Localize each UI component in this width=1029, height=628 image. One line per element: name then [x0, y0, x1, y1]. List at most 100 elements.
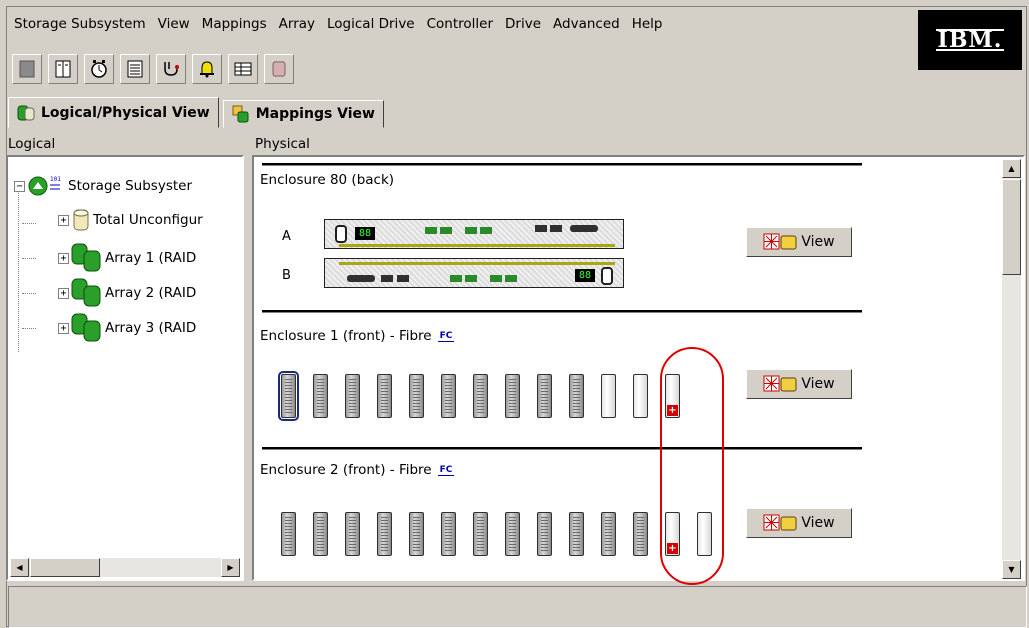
- stethoscope-icon[interactable]: [156, 54, 186, 84]
- drive-port: [397, 275, 409, 282]
- unassigned-drive[interactable]: [697, 512, 712, 556]
- controller-a[interactable]: 88: [324, 219, 624, 249]
- drive[interactable]: [505, 374, 520, 418]
- scroll-right-button[interactable]: ▶: [221, 558, 240, 577]
- unassigned-drive[interactable]: [633, 374, 648, 418]
- enclosure-80-view-button[interactable]: View: [746, 227, 852, 257]
- controller-rail: [339, 244, 519, 247]
- scroll-left-button[interactable]: ◀: [10, 558, 29, 577]
- bell-alert-icon[interactable]: [192, 54, 222, 84]
- drive[interactable]: [377, 374, 392, 418]
- enclosure-2-view-button[interactable]: View: [746, 508, 852, 538]
- hot-spare-drive[interactable]: +: [665, 374, 680, 418]
- tree-node-array-1[interactable]: + Array 1 (RAID: [58, 243, 196, 273]
- menu-mappings[interactable]: Mappings: [196, 16, 273, 32]
- component-view-icon: [763, 232, 797, 252]
- menu-help[interactable]: Help: [626, 16, 669, 32]
- menu-view[interactable]: View: [152, 16, 196, 32]
- unassigned-drive[interactable]: [601, 374, 616, 418]
- menu-array[interactable]: Array: [273, 16, 321, 32]
- drive[interactable]: [313, 512, 328, 556]
- enclosure-2-title: Enclosure 2 (front) - Fibre FC: [260, 462, 455, 478]
- enclosure-divider: [262, 447, 862, 450]
- drive[interactable]: [505, 512, 520, 556]
- controller-b[interactable]: 88: [324, 258, 624, 288]
- drive[interactable]: [345, 512, 360, 556]
- fibre-channel-badge: FC: [437, 330, 455, 342]
- horizontal-scrollbar[interactable]: ◀ ▶: [10, 558, 240, 577]
- tab-logical-physical-label: Logical/Physical View: [41, 104, 210, 121]
- tree-node-total-unconfigured[interactable]: + Total Unconfigur: [58, 208, 203, 232]
- tab-mappings-view[interactable]: Mappings View: [222, 100, 384, 128]
- scrollbar-thumb[interactable]: [1002, 179, 1021, 275]
- menu-storage-subsystem[interactable]: Storage Subsystem: [8, 16, 152, 32]
- enclosure-divider: [262, 163, 862, 166]
- status-bar: [8, 586, 1027, 628]
- view-tabs: Logical/Physical View Mappings View: [8, 97, 388, 128]
- drive[interactable]: [601, 512, 616, 556]
- drive[interactable]: [633, 512, 648, 556]
- properties-icon[interactable]: [48, 54, 78, 84]
- tab-mappings-label: Mappings View: [255, 106, 375, 122]
- controller-rail: [435, 262, 615, 265]
- drive[interactable]: [473, 512, 488, 556]
- logical-tree-pane: − 101 Storage Subsyster + Total Unconfig…: [6, 155, 244, 581]
- scroll-down-button[interactable]: ▼: [1002, 560, 1021, 579]
- list-icon[interactable]: [120, 54, 150, 84]
- table-icon[interactable]: [228, 54, 258, 84]
- drive[interactable]: [441, 374, 456, 418]
- drive[interactable]: [345, 374, 360, 418]
- drive[interactable]: [313, 374, 328, 418]
- tree-label: Array 1 (RAID: [105, 250, 197, 266]
- vertical-scrollbar[interactable]: ▲ ▼: [1002, 159, 1021, 579]
- tree-node-array-3[interactable]: + Array 3 (RAID: [58, 313, 196, 343]
- drive[interactable]: [278, 371, 299, 421]
- fibre-channel-badge: FC: [437, 464, 455, 476]
- collapse-toggle[interactable]: −: [14, 180, 25, 192]
- host-port: [505, 275, 517, 282]
- expand-toggle[interactable]: +: [58, 287, 69, 299]
- hot-spare-icon: +: [667, 405, 678, 416]
- tree-connector: [18, 187, 19, 352]
- expand-toggle[interactable]: +: [58, 214, 69, 226]
- status-optimal-icon: 101: [28, 176, 61, 196]
- drive[interactable]: [441, 512, 456, 556]
- tab-logical-physical-view[interactable]: Logical/Physical View: [8, 97, 219, 128]
- help-icon[interactable]: [264, 54, 294, 84]
- drive[interactable]: [409, 512, 424, 556]
- menu-advanced[interactable]: Advanced: [547, 16, 626, 32]
- enclosure-1-view-button[interactable]: View: [746, 369, 852, 399]
- tree-node-array-2[interactable]: + Array 2 (RAID: [58, 278, 196, 308]
- tree-node-storage-subsystem[interactable]: − 101 Storage Subsyster: [14, 173, 192, 199]
- scrollbar-thumb[interactable]: [30, 558, 100, 577]
- expand-toggle[interactable]: +: [58, 322, 69, 334]
- create-storage-icon[interactable]: [12, 54, 42, 84]
- drive[interactable]: [537, 374, 552, 418]
- host-port: [465, 227, 477, 234]
- drive[interactable]: [281, 512, 296, 556]
- drive[interactable]: [409, 374, 424, 418]
- controller-rail: [339, 262, 439, 265]
- drive[interactable]: [473, 374, 488, 418]
- component-view-icon: [763, 513, 797, 533]
- svg-text:101: 101: [50, 176, 61, 183]
- enclosure-80-title-text: Enclosure 80 (back): [260, 172, 395, 188]
- serial-port: [570, 225, 598, 232]
- drive[interactable]: [377, 512, 392, 556]
- menu-logical-drive[interactable]: Logical Drive: [321, 16, 421, 32]
- menu-controller[interactable]: Controller: [421, 16, 499, 32]
- scroll-up-button[interactable]: ▲: [1002, 159, 1021, 178]
- drive[interactable]: [537, 512, 552, 556]
- properties-icon-glyph: [55, 60, 71, 78]
- drive-port: [550, 225, 562, 232]
- bell-alert-icon-glyph: [200, 61, 214, 78]
- expand-toggle[interactable]: +: [58, 252, 69, 264]
- menu-drive[interactable]: Drive: [499, 16, 547, 32]
- drive[interactable]: [569, 374, 584, 418]
- clock-icon[interactable]: [84, 54, 114, 84]
- controller-slot-a-label: A: [282, 229, 291, 244]
- hot-spare-drive[interactable]: +: [665, 512, 680, 556]
- physical-view-pane: Enclosure 80 (back) A 88 B 88 View Enclo…: [252, 155, 1025, 581]
- help-icon-glyph: [272, 61, 286, 77]
- drive[interactable]: [569, 512, 584, 556]
